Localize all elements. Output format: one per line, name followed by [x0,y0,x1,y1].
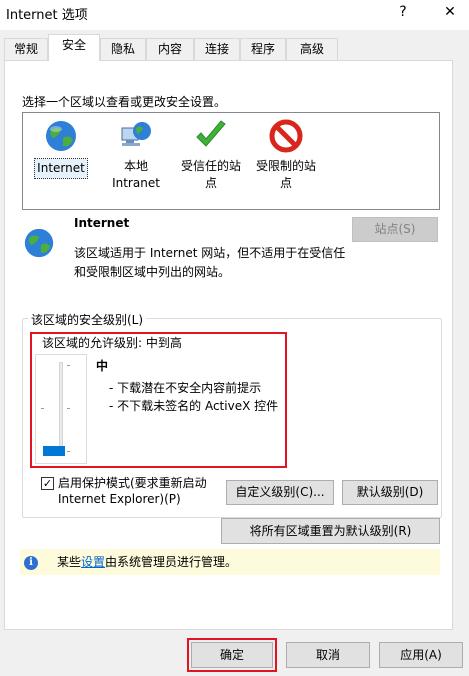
slider-track [59,362,63,456]
selected-zone-globe-icon [22,226,56,263]
info-icon: i [24,556,38,570]
current-level: 中 [96,359,109,373]
slider-tick [67,451,70,452]
tab-content[interactable]: 内容 [146,38,194,60]
protected-mode-label-2[interactable]: Internet Explorer)(P) [58,492,181,506]
selected-zone-description: 该区域适用于 Internet 网站，但不适用于在受信任和受限制区域中列出的网站… [74,246,346,279]
zone-internet-label: Internet [34,158,88,179]
window-title: Internet 选项 [6,8,88,23]
allowed-levels-text: 该区域的允许级别: 中到高 [42,336,182,350]
zone-restricted[interactable]: 受限制的站 点 [251,118,321,192]
level-bullet-2: - 不下载未签名的 ActiveX 控件 [109,399,279,413]
policy-info-suffix: 由系统管理员进行管理。 [105,555,238,569]
level-bullet-1: - 下载潜在不安全内容前提示 [109,381,262,395]
slider-tick [41,408,44,409]
intranet-icon [118,118,154,154]
selected-zone-name: Internet [74,216,130,230]
close-button[interactable]: ✕ [437,2,463,22]
sites-button[interactable]: 站点(S) [352,217,438,242]
zone-trusted[interactable]: 受信任的站 点 [176,118,246,192]
slider-thumb[interactable] [43,446,65,456]
slider-tick [67,365,70,366]
tab-security[interactable]: 安全 [48,34,100,61]
tab-advanced[interactable]: 高级 [286,38,338,60]
zone-intranet[interactable]: 本地 Intranet [101,118,171,192]
policy-info-prefix: 某些 [57,555,82,569]
zone-restricted-label: 受限制的站 点 [255,159,316,190]
zone-internet[interactable]: Internet [26,118,96,179]
protected-mode-checkbox[interactable]: ✓ [41,477,54,490]
tab-privacy[interactable]: 隐私 [100,38,146,60]
tab-general[interactable]: 常规 [4,38,48,60]
slider-tick [67,408,70,409]
security-level-group-title: 该区域的安全级别(L) [28,311,147,328]
check-icon [193,118,229,154]
help-button[interactable]: ? [390,2,416,22]
custom-level-button[interactable]: 自定义级别(C)... [226,480,334,505]
restricted-icon [268,118,304,154]
cancel-button[interactable]: 取消 [286,642,370,668]
reset-all-zones-button[interactable]: 将所有区域重置为默认级别(R) [221,518,440,544]
zone-trusted-label: 受信任的站 点 [180,159,241,190]
apply-button[interactable]: 应用(A) [379,642,463,668]
ok-button[interactable]: 确定 [191,642,273,668]
default-level-button[interactable]: 默认级别(D) [342,480,438,505]
globe-icon [43,118,79,154]
zone-instruction: 选择一个区域以查看或更改安全设置。 [22,95,227,109]
settings-link[interactable]: 设置 [81,555,105,569]
tab-programs[interactable]: 程序 [240,38,286,60]
protected-mode-label-1[interactable]: 启用保护模式(要求重新启动 [58,474,207,491]
zone-intranet-label: 本地 Intranet [112,159,160,190]
tab-connections[interactable]: 连接 [194,38,240,60]
policy-info-text: 某些设置由系统管理员进行管理。 [57,553,237,570]
